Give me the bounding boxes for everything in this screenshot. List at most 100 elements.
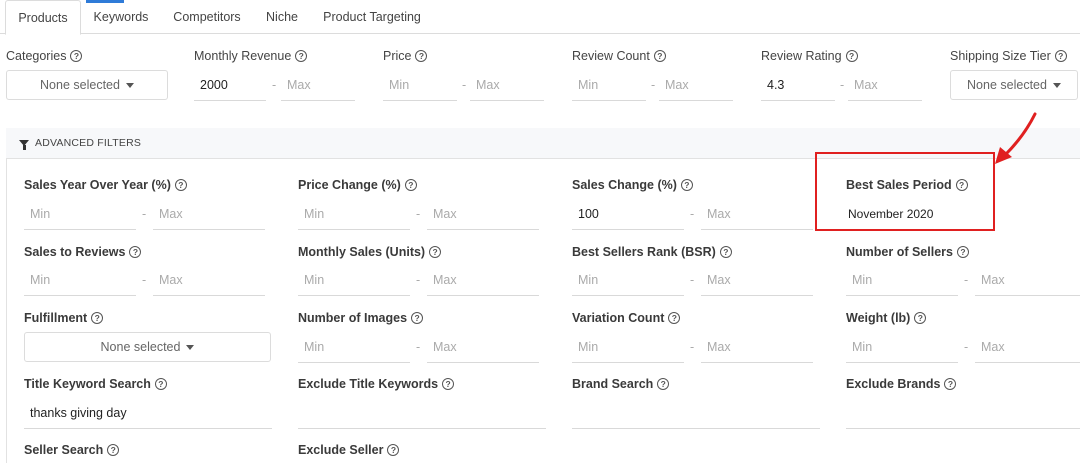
exclude-brands-label: Exclude Brands? <box>846 377 957 391</box>
help-icon[interactable]: ? <box>411 312 424 324</box>
monthly-sales-min-input[interactable]: Min <box>298 264 410 296</box>
help-icon[interactable]: ? <box>657 378 670 390</box>
number-of-sellers-min-input[interactable]: Min <box>846 264 958 296</box>
caret-down-icon <box>125 83 134 89</box>
help-icon[interactable]: ? <box>653 50 666 62</box>
range-dash: - <box>964 273 969 287</box>
variation-count-label: Variation Count? <box>572 311 681 325</box>
tab-product-targeting[interactable]: Product Targeting <box>318 0 426 34</box>
weight-max-input[interactable]: Max <box>975 331 1080 363</box>
seller-search-label: Seller Search? <box>24 443 120 457</box>
help-icon[interactable]: ? <box>956 246 969 258</box>
exclude-title-keywords-input[interactable] <box>298 397 546 429</box>
monthly-revenue-min-input[interactable]: 2000 <box>194 69 266 101</box>
tab-niche[interactable]: Niche <box>258 0 306 34</box>
help-icon[interactable]: ? <box>415 50 428 62</box>
brand-search-input[interactable] <box>572 397 820 429</box>
tab-bar: Products Keywords Competitors Niche Prod… <box>0 0 1080 35</box>
help-icon[interactable]: ? <box>91 312 104 324</box>
range-dash: - <box>142 273 147 287</box>
help-icon[interactable]: ? <box>719 246 732 258</box>
monthly-revenue-max-input[interactable]: Max <box>281 69 355 101</box>
annotation-arrow-icon <box>995 112 1037 164</box>
price-change-max-input[interactable]: Max <box>427 198 539 230</box>
monthly-sales-label: Monthly Sales (Units)? <box>298 245 442 259</box>
help-icon[interactable]: ? <box>429 246 442 258</box>
price-max-input[interactable]: Max <box>470 69 544 101</box>
sales-change-max-input[interactable]: Max <box>701 198 813 230</box>
bsr-label: Best Sellers Rank (BSR)? <box>572 245 732 259</box>
range-dash: - <box>462 78 467 92</box>
brand-search-label: Brand Search? <box>572 377 670 391</box>
help-icon[interactable]: ? <box>129 246 142 258</box>
fulfillment-dropdown[interactable]: None selected <box>24 332 271 362</box>
price-change-min-input[interactable]: Min <box>298 198 410 230</box>
title-keyword-search-input[interactable]: thanks giving day <box>24 397 272 429</box>
review-count-max-input[interactable]: Max <box>659 69 733 101</box>
bsr-min-input[interactable]: Min <box>572 264 684 296</box>
help-icon[interactable]: ? <box>70 50 83 62</box>
help-icon[interactable]: ? <box>107 444 120 456</box>
help-icon[interactable]: ? <box>387 444 400 456</box>
variation-count-min-input[interactable]: Min <box>572 331 684 363</box>
tab-keywords[interactable]: Keywords <box>86 0 156 34</box>
shipping-size-tier-dropdown[interactable]: None selected <box>950 70 1078 100</box>
number-of-images-label: Number of Images? <box>298 311 424 325</box>
range-dash: - <box>690 273 695 287</box>
range-dash: - <box>690 340 695 354</box>
tab-products[interactable]: Products <box>5 0 81 35</box>
monthly-sales-max-input[interactable]: Max <box>427 264 539 296</box>
help-icon[interactable]: ? <box>174 179 187 191</box>
fulfillment-label: Fulfillment? <box>24 311 104 325</box>
sales-change-label: Sales Change (%)? <box>572 178 693 192</box>
title-keyword-search-label: Title Keyword Search? <box>24 377 167 391</box>
help-icon[interactable]: ? <box>668 312 681 324</box>
categories-dropdown[interactable]: None selected <box>6 70 168 100</box>
price-change-label: Price Change (%)? <box>298 178 417 192</box>
help-icon[interactable]: ? <box>442 378 455 390</box>
sales-yoy-min-input[interactable]: Min <box>24 198 136 230</box>
exclude-seller-label: Exclude Seller? <box>298 443 400 457</box>
range-dash: - <box>416 273 421 287</box>
weight-label: Weight (lb)? <box>846 311 927 325</box>
exclude-title-keywords-label: Exclude Title Keywords? <box>298 377 455 391</box>
help-icon[interactable]: ? <box>680 179 693 191</box>
help-icon[interactable]: ? <box>944 378 957 390</box>
variation-count-max-input[interactable]: Max <box>701 331 813 363</box>
review-rating-max-input[interactable]: Max <box>848 69 922 101</box>
review-rating-min-input[interactable]: 4.3 <box>761 69 835 101</box>
caret-down-icon <box>186 345 195 351</box>
range-dash: - <box>840 78 845 92</box>
range-dash: - <box>690 207 695 221</box>
help-icon[interactable]: ? <box>295 50 308 62</box>
sales-yoy-label: Sales Year Over Year (%)? <box>24 178 187 192</box>
number-of-sellers-max-input[interactable]: Max <box>975 264 1080 296</box>
number-of-images-max-input[interactable]: Max <box>427 331 539 363</box>
review-count-min-input[interactable]: Min <box>572 69 646 101</box>
range-dash: - <box>142 207 147 221</box>
price-label: Price? <box>383 49 428 63</box>
sales-to-reviews-label: Sales to Reviews? <box>24 245 142 259</box>
exclude-brands-input[interactable] <box>846 397 1080 429</box>
monthly-revenue-label: Monthly Revenue? <box>194 49 308 63</box>
sales-to-reviews-min-input[interactable]: Min <box>24 264 136 296</box>
help-icon[interactable]: ? <box>845 50 858 62</box>
tab-competitors[interactable]: Competitors <box>166 0 248 34</box>
caret-down-icon <box>1052 83 1061 89</box>
price-min-input[interactable]: Min <box>383 69 457 101</box>
range-dash: - <box>272 78 277 92</box>
sales-change-min-input[interactable]: 100 <box>572 198 684 230</box>
help-icon[interactable]: ? <box>1054 50 1067 62</box>
bsr-max-input[interactable]: Max <box>701 264 813 296</box>
number-of-sellers-label: Number of Sellers? <box>846 245 969 259</box>
review-rating-label: Review Rating? <box>761 49 858 63</box>
weight-min-input[interactable]: Min <box>846 331 958 363</box>
number-of-images-min-input[interactable]: Min <box>298 331 410 363</box>
sales-yoy-max-input[interactable]: Max <box>153 198 265 230</box>
sales-to-reviews-max-input[interactable]: Max <box>153 264 265 296</box>
help-icon[interactable]: ? <box>914 312 927 324</box>
help-icon[interactable]: ? <box>154 378 167 390</box>
help-icon[interactable]: ? <box>404 179 417 191</box>
annotation-highlight-box <box>815 152 995 231</box>
range-dash: - <box>416 207 421 221</box>
